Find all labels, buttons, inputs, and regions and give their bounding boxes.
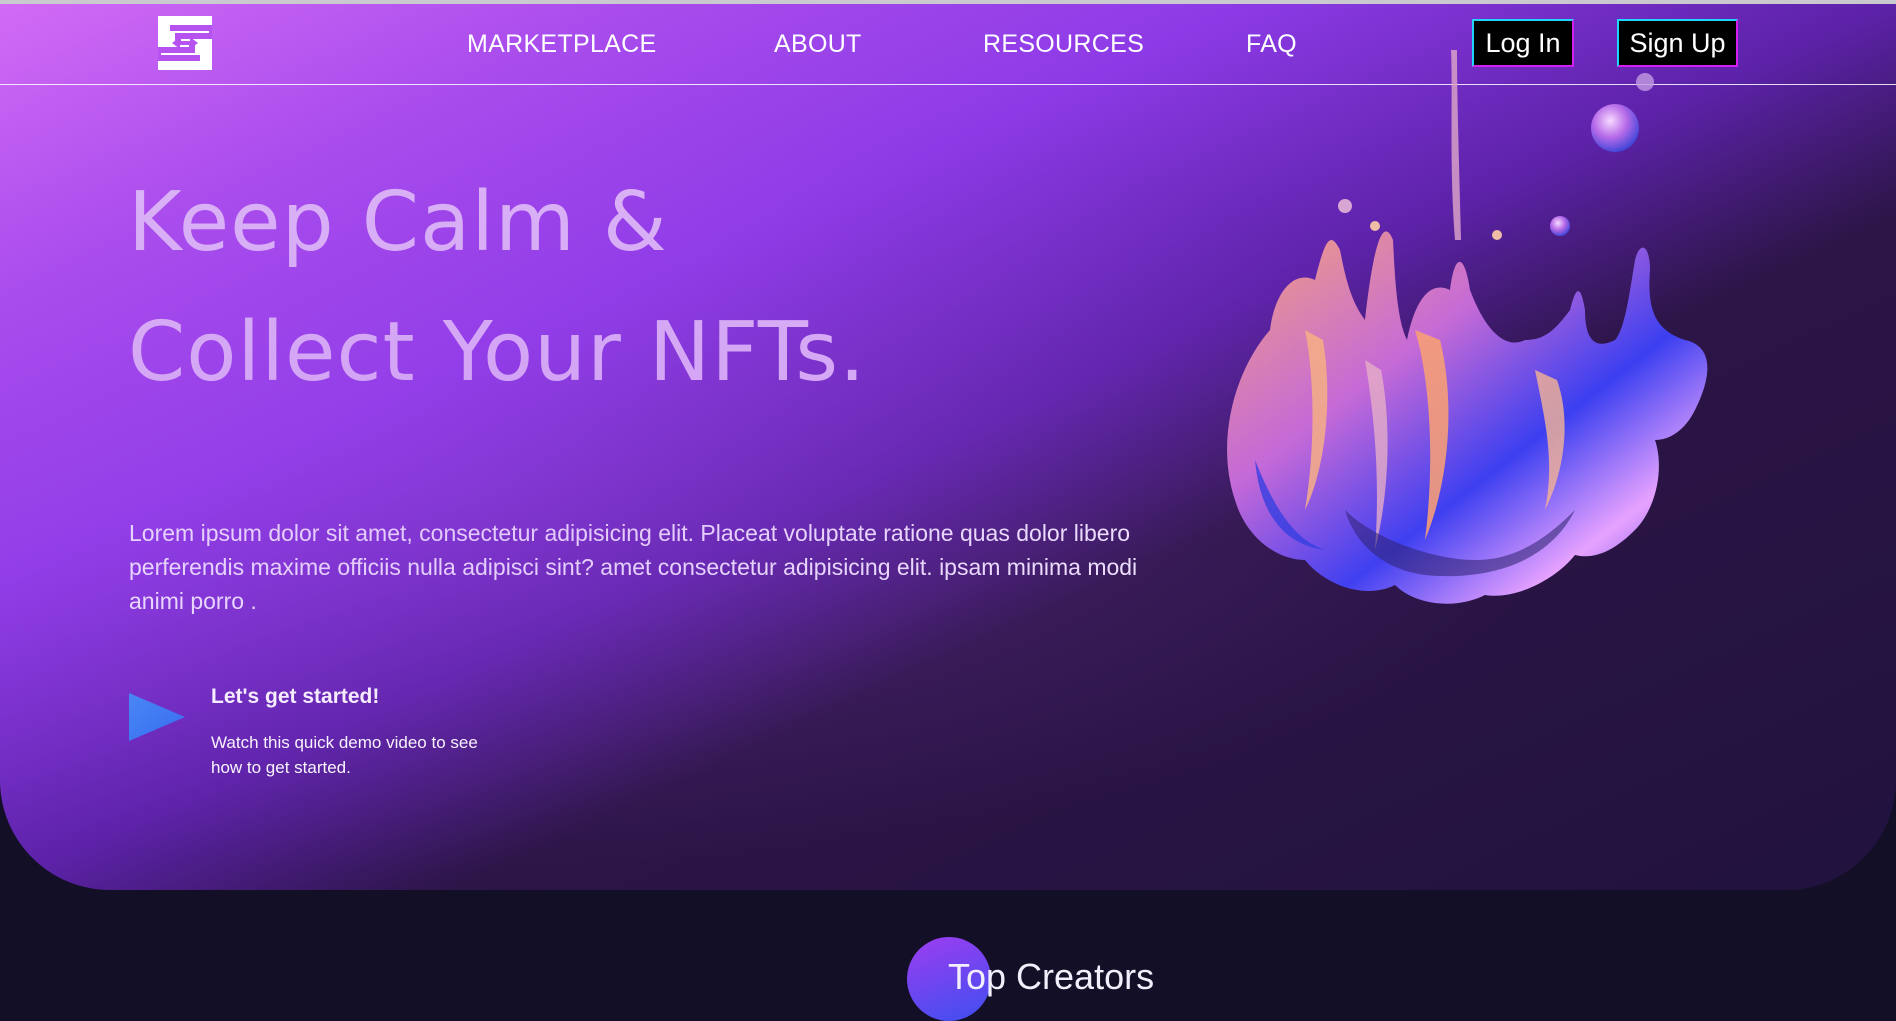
cta-title[interactable]: Let's get started!	[211, 685, 379, 709]
play-icon[interactable]	[129, 693, 185, 741]
window-top-edge	[0, 0, 1896, 4]
cta-subtitle: Watch this quick demo video to see how t…	[211, 733, 478, 777]
hero-headline-line-1: Keep Calm &	[128, 175, 668, 270]
nav-about[interactable]: ABOUT	[774, 30, 862, 60]
hero-section: MARKETPLACE ABOUT RESOURCES FAQ Log In S…	[0, 0, 1896, 890]
nav-marketplace[interactable]: MARKETPLACE	[467, 30, 656, 60]
top-creators-heading: Top Creators	[948, 956, 1155, 997]
logo-icon[interactable]	[155, 16, 215, 70]
hero-description: Lorem ipsum dolor sit amet, consectetur …	[129, 520, 1138, 614]
liquid-splash-illustration	[1227, 50, 1708, 604]
nav-resources[interactable]: RESOURCES	[983, 30, 1144, 60]
hero-headline-line-2: Collect Your NFTs.	[128, 305, 867, 400]
